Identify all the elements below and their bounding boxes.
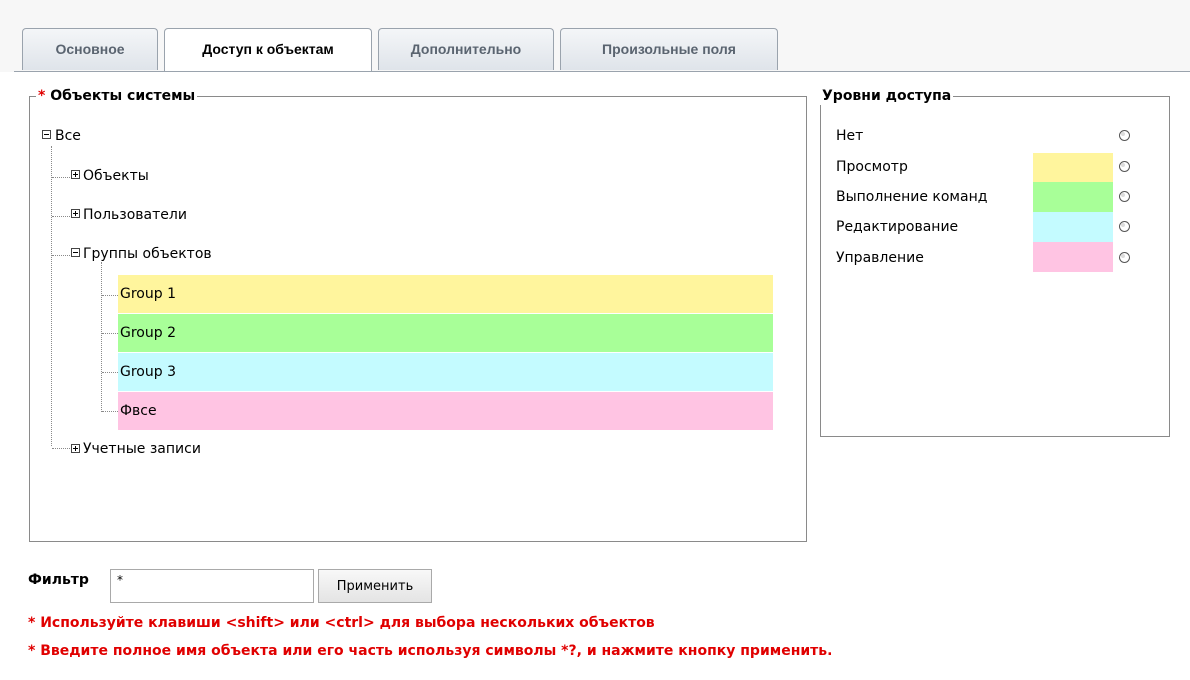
tab-object-access[interactable]: Доступ к объектам <box>164 28 372 72</box>
tree-node-users[interactable]: Пользователи <box>83 205 187 225</box>
tree-branch <box>102 333 118 334</box>
access-level-edit-color <box>1033 212 1113 242</box>
expand-objects-icon[interactable] <box>71 170 80 179</box>
filter-input[interactable] <box>110 569 314 603</box>
tree-line-root <box>51 146 52 446</box>
access-level-manage-color <box>1033 242 1113 272</box>
hint-multiselect: * Используйте клавиши <shift> или <ctrl>… <box>28 615 655 631</box>
filter-label: Фильтр <box>28 572 89 588</box>
collapse-all-icon[interactable] <box>42 130 51 139</box>
tab-main[interactable]: Основное <box>22 28 158 70</box>
hint-filter-syntax: * Введите полное имя объекта или его час… <box>28 643 833 659</box>
access-level-view-radio[interactable] <box>1119 161 1130 172</box>
access-level-execute-radio[interactable] <box>1119 191 1130 202</box>
tree-node-group-2[interactable]: Group 2 <box>118 314 773 352</box>
tree-branch <box>102 372 118 373</box>
access-level-manage-label: Управление <box>836 250 924 266</box>
access-level-edit-label: Редактирование <box>836 219 959 235</box>
tree-branch <box>52 177 70 178</box>
tree-node-all[interactable]: Все <box>55 126 81 146</box>
tree-branch <box>52 448 70 449</box>
access-level-manage-radio[interactable] <box>1119 252 1130 263</box>
collapse-object-groups-icon[interactable] <box>71 248 80 257</box>
access-level-none-radio[interactable] <box>1119 130 1130 141</box>
tree-node-group-3[interactable]: Group 3 <box>118 353 773 391</box>
tree-branch <box>102 411 118 412</box>
objects-panel-title: * Объекты системы <box>36 87 198 105</box>
tree-branch <box>52 216 70 217</box>
access-level-none-label: Нет <box>836 128 864 144</box>
tree-node-objects[interactable]: Объекты <box>83 166 149 186</box>
tree-node-group-1[interactable]: Group 1 <box>118 275 773 313</box>
expand-users-icon[interactable] <box>71 209 80 218</box>
access-level-execute-color <box>1033 182 1113 212</box>
tree-node-object-groups[interactable]: Группы объектов <box>83 244 212 264</box>
tab-additional[interactable]: Дополнительно <box>378 28 554 70</box>
tab-divider <box>14 71 1190 72</box>
expand-accounts-icon[interactable] <box>71 444 80 453</box>
required-mark: * <box>38 88 46 104</box>
access-level-view-label: Просмотр <box>836 159 908 175</box>
tree-node-group-fvse[interactable]: Фвсе <box>118 392 773 430</box>
access-level-view-color <box>1033 153 1113 183</box>
tree-line-groups <box>101 262 102 412</box>
access-level-edit-radio[interactable] <box>1119 221 1130 232</box>
tree-branch <box>102 295 118 296</box>
tab-custom-fields[interactable]: Произольные поля <box>560 28 778 70</box>
access-levels-title: Уровни доступа <box>820 87 954 105</box>
tree-node-accounts[interactable]: Учетные записи <box>83 439 201 459</box>
tree-branch <box>52 255 70 256</box>
access-level-execute-label: Выполнение команд <box>836 189 988 205</box>
objects-panel-title-text: Объекты системы <box>50 88 196 104</box>
apply-button[interactable]: Применить <box>318 569 432 603</box>
